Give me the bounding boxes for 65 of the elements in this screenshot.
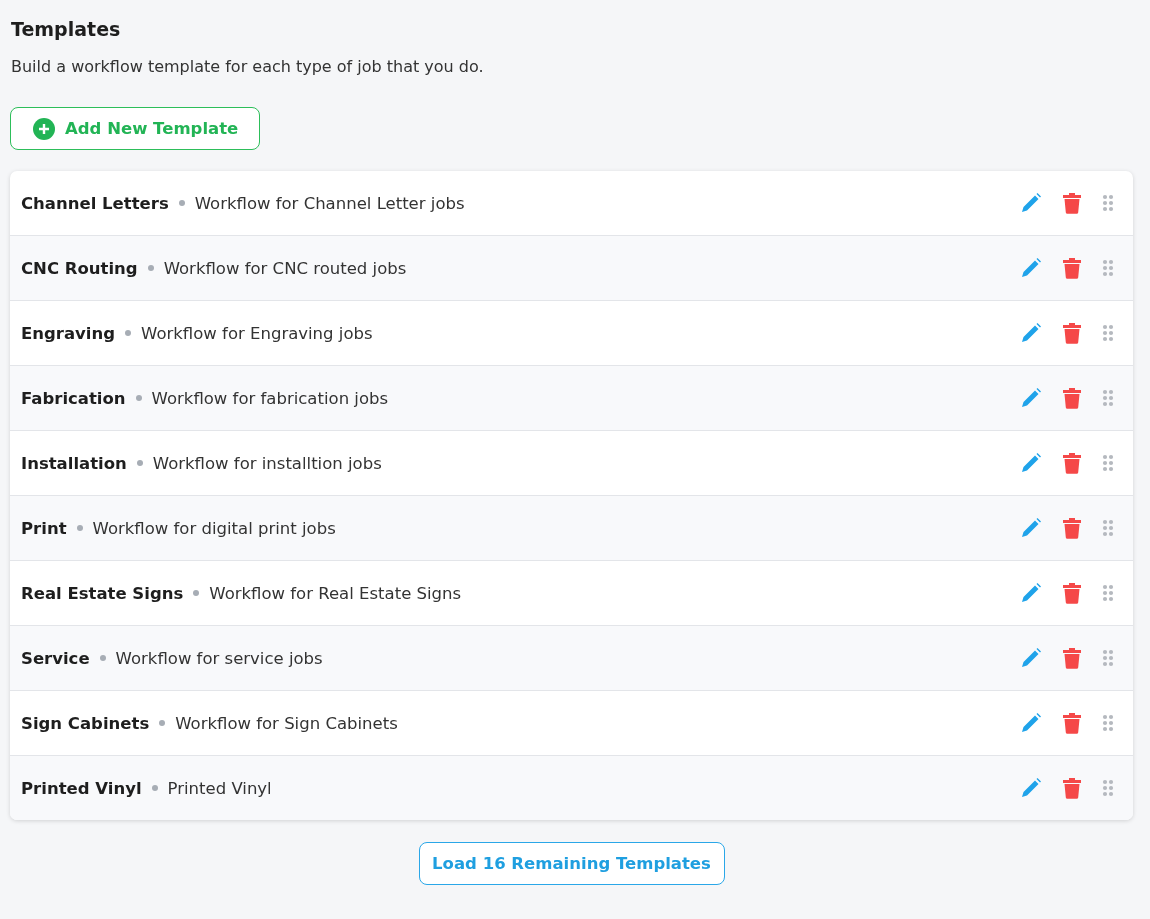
separator-dot [99,655,106,661]
drag-handle-icon[interactable] [1102,194,1114,212]
page-subtitle: Build a workflow template for each type of job that you do. [11,57,485,76]
template-name: CNC Routing [21,258,138,278]
drag-handle-icon[interactable] [1102,714,1114,732]
delete-icon[interactable] [1062,517,1082,539]
separator-dot [159,720,166,726]
template-description: Workflow for Engraving jobs [141,323,374,343]
separator-dot [136,460,143,466]
drag-handle-icon[interactable] [1102,649,1114,667]
delete-icon[interactable] [1062,257,1082,279]
delete-icon[interactable] [1062,582,1082,604]
drag-handle-icon[interactable] [1102,779,1114,797]
edit-icon[interactable] [1020,322,1042,344]
template-description: Workflow for Real Estate Signs [209,583,463,603]
delete-icon[interactable] [1062,452,1082,474]
template-name: Installation [21,453,127,473]
edit-icon[interactable] [1020,452,1042,474]
page-title: Templates [11,18,122,40]
delete-icon[interactable] [1062,192,1082,214]
separator-dot [135,395,142,401]
delete-icon[interactable] [1062,647,1082,669]
edit-icon[interactable] [1020,647,1042,669]
template-name: Sign Cabinets [21,713,150,733]
drag-handle-icon[interactable] [1102,519,1114,537]
template-name: Print [21,518,67,538]
separator-dot [193,590,200,596]
load-more-button[interactable]: Load 16 Remaining Templates [418,842,725,885]
drag-handle-icon[interactable] [1102,454,1114,472]
template-description: Workflow for Channel Letter jobs [194,193,466,213]
edit-icon[interactable] [1020,712,1042,734]
drag-handle-icon[interactable] [1102,324,1114,342]
separator-dot [125,330,132,336]
drag-handle-icon[interactable] [1102,259,1114,277]
drag-handle-icon[interactable] [1102,584,1114,602]
separator-dot [151,785,158,791]
drag-handle-icon[interactable] [1102,389,1114,407]
template-name: Channel Letters [21,193,169,213]
edit-icon[interactable] [1020,192,1042,214]
template-description: Workflow for installtion jobs [152,453,383,473]
template-name: Real Estate Signs [21,583,184,603]
edit-icon[interactable] [1020,517,1042,539]
template-name: Fabrication [21,388,126,408]
edit-icon[interactable] [1020,257,1042,279]
template-description: Workflow for CNC routed jobs [163,258,408,278]
template-description: Workflow for fabrication jobs [151,388,390,408]
template-description: Workflow for digital print jobs [92,518,337,538]
template-name: Engraving [21,323,116,343]
template-name: Printed Vinyl [21,778,142,798]
separator-dot [178,200,185,206]
delete-icon[interactable] [1062,712,1082,734]
edit-icon[interactable] [1020,777,1042,799]
template-description: Printed Vinyl [167,778,273,798]
delete-icon[interactable] [1062,777,1082,799]
template-description: Workflow for service jobs [115,648,324,668]
template-name: Service [21,648,90,668]
delete-icon[interactable] [1062,387,1082,409]
template-description: Workflow for Sign Cabinets [175,713,399,733]
edit-icon[interactable] [1020,387,1042,409]
separator-dot [147,265,154,271]
add-template-button[interactable]: Add New Template [10,107,261,150]
edit-icon[interactable] [1020,582,1042,604]
delete-icon[interactable] [1062,322,1082,344]
plus-circle-icon [33,117,55,140]
separator-dot [76,525,83,531]
